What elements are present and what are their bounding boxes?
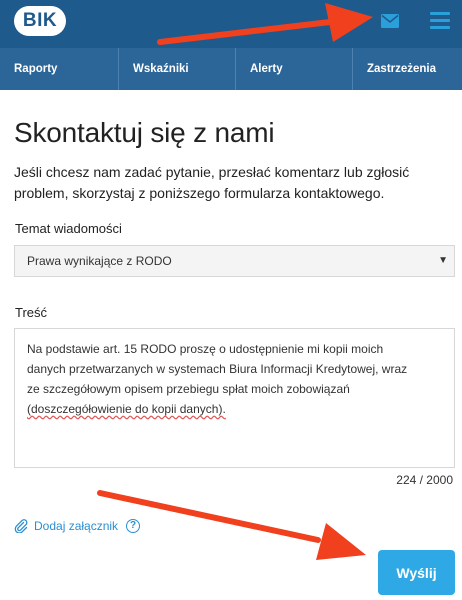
- mail-icon[interactable]: [381, 14, 399, 28]
- add-attachment-link[interactable]: Dodaj załącznik ?: [14, 519, 141, 533]
- message-line: ze szczegółowym opisem przebiegu spłat m…: [27, 382, 350, 396]
- nav-item-alerty[interactable]: Alerty: [236, 48, 353, 90]
- message-line: danych przetwarzanych w systemach Biura …: [27, 362, 408, 376]
- help-icon[interactable]: ?: [126, 519, 141, 533]
- send-button[interactable]: Wyślij: [378, 550, 455, 595]
- nav-item-zastrzezenia[interactable]: Zastrzeżenia: [353, 48, 462, 90]
- nav-item-raporty[interactable]: Raporty: [0, 48, 119, 90]
- content-label: Treść: [15, 305, 48, 320]
- message-line: Na podstawie art. 15 RODO proszę o udost…: [27, 342, 384, 356]
- page-title: Skontaktuj się z nami: [14, 117, 275, 148]
- subject-select[interactable]: Prawa wynikające z RODO ▼: [14, 245, 455, 277]
- message-textarea[interactable]: Na podstawie art. 15 RODO proszę o udost…: [14, 328, 455, 468]
- annotation-arrows: [97, 3, 373, 560]
- paperclip-icon: [14, 519, 28, 533]
- bik-logo[interactable]: BIK: [14, 6, 66, 36]
- subject-select-value: Prawa wynikające z RODO: [27, 254, 172, 268]
- top-header: BIK: [0, 0, 462, 48]
- hamburger-menu-icon[interactable]: [430, 12, 450, 30]
- char-counter: 224 / 2000: [396, 473, 453, 487]
- main-nav: Raporty Wskaźniki Alerty Zastrzeżenia: [0, 48, 462, 90]
- dropdown-caret-icon: ▼: [438, 255, 448, 266]
- message-line: (doszczegółowienie do kopii danych).: [27, 402, 226, 416]
- intro-text: Jeśli chcesz nam zadać pytanie, przesłać…: [14, 164, 410, 201]
- subject-label: Temat wiadomości: [15, 221, 122, 236]
- add-attachment-label: Dodaj załącznik: [34, 519, 119, 533]
- nav-item-wskazniki[interactable]: Wskaźniki: [119, 48, 236, 90]
